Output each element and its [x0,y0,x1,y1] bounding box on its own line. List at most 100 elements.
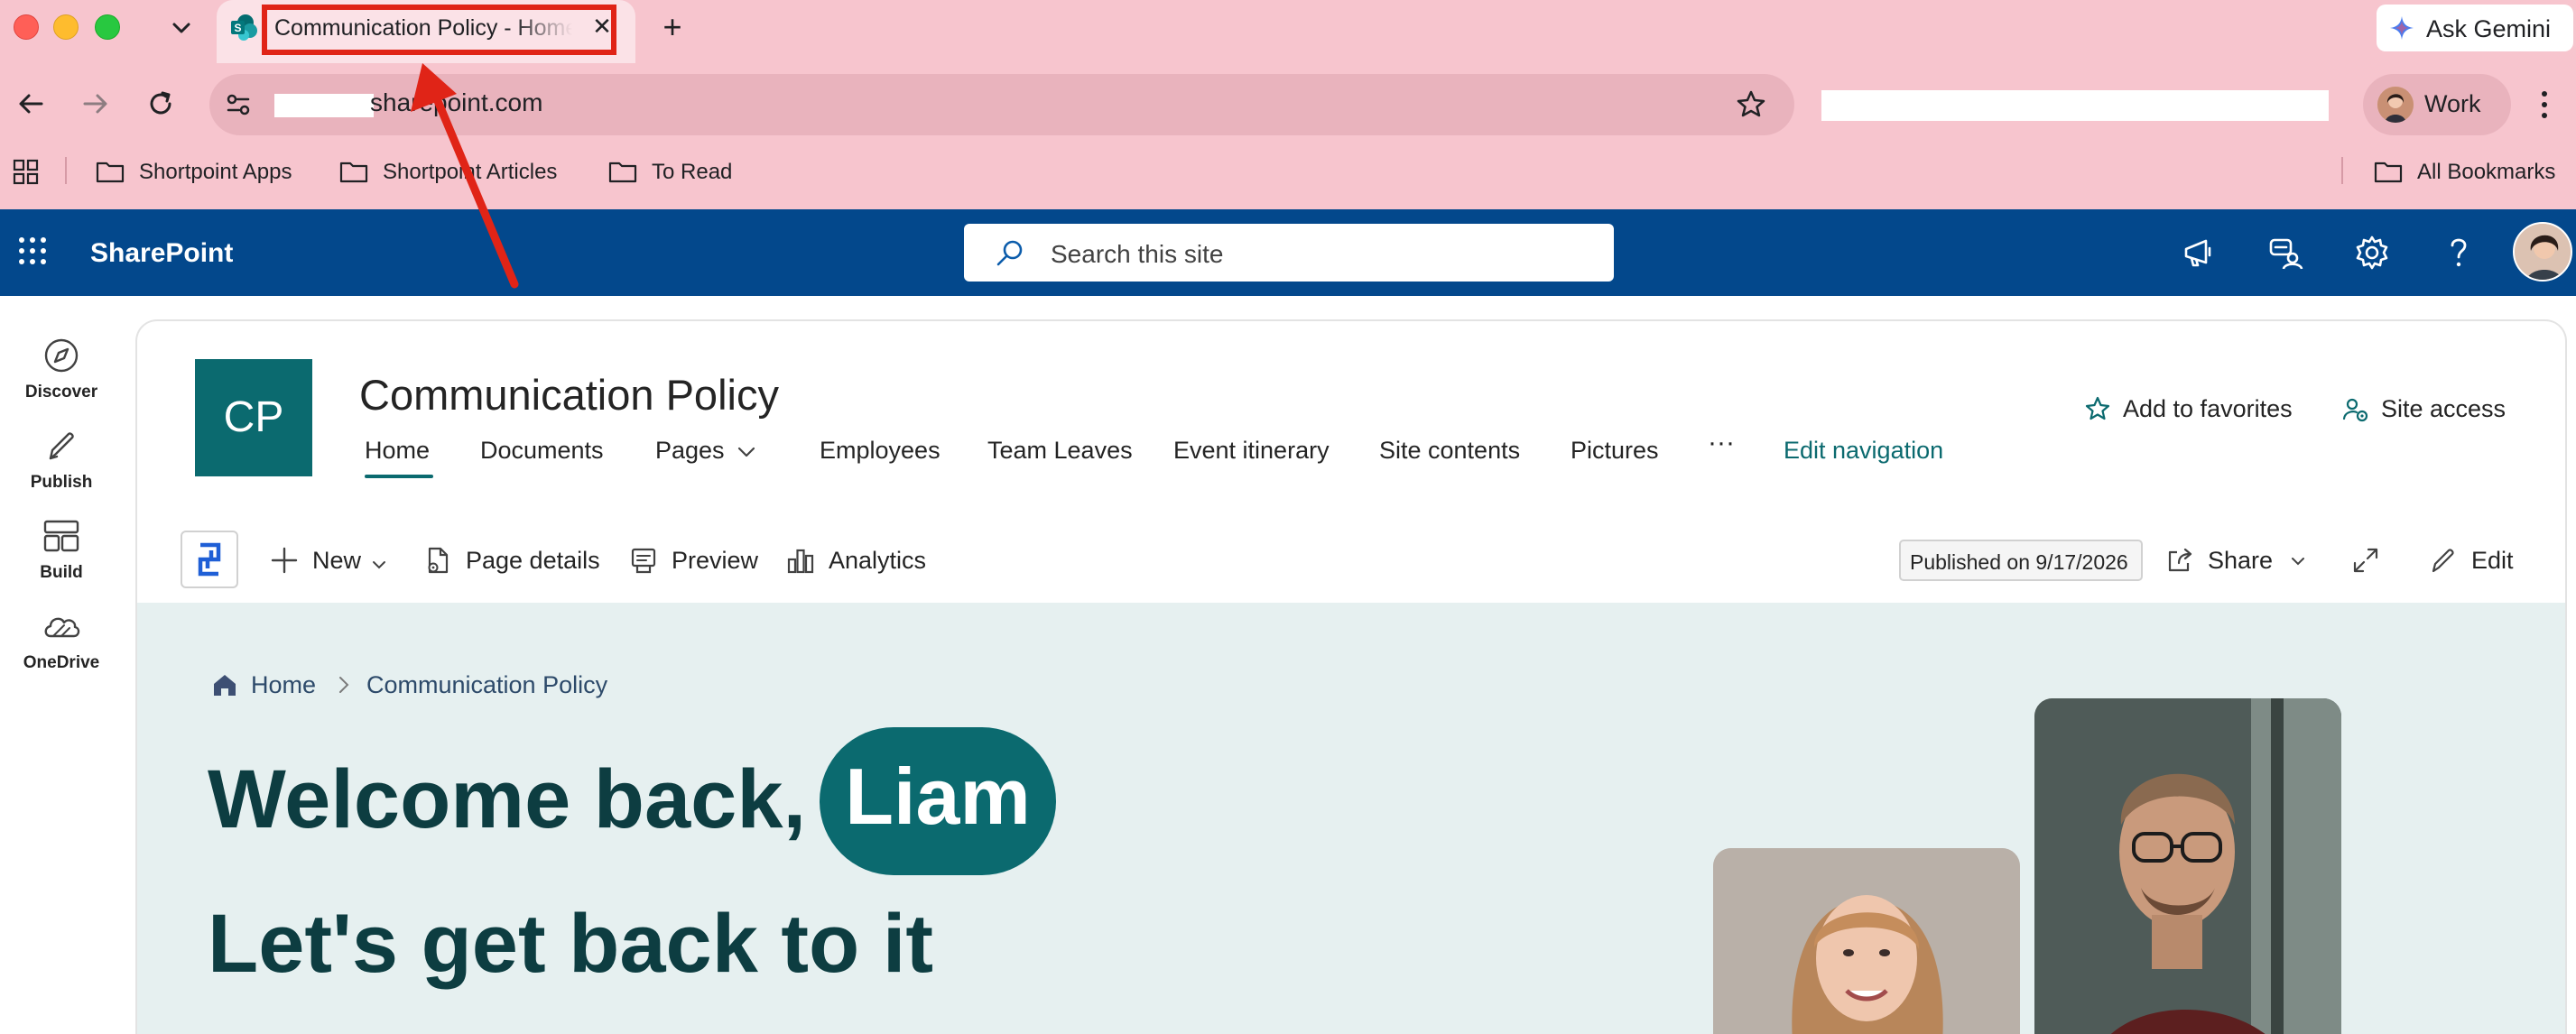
settings-gear-icon[interactable] [2352,233,2392,272]
expand-icon [2353,548,2378,573]
edit-button[interactable]: Edit [2428,541,2527,577]
appbar-build[interactable]: Build [0,516,123,606]
megaphone-icon[interactable] [2179,233,2219,272]
browser-menu-icon[interactable] [2531,85,2558,125]
all-bookmarks-label: All Bookmarks [2417,160,2556,184]
gemini-sparkle-icon [2389,15,2414,41]
folder-icon [339,162,368,183]
new-tab-button[interactable]: + [656,11,689,44]
ask-gemini-label: Ask Gemini [2426,15,2552,42]
nav-team-leaves[interactable]: Team Leaves [987,437,1133,465]
analytics-chart-icon [787,549,814,574]
maximize-window-button[interactable] [95,14,120,40]
bookmark-label: Shortpoint Articles [383,160,558,184]
welcome-subheading: Let's get back to it [208,898,934,990]
apps-grid-icon[interactable] [13,159,40,186]
page-details-label: Page details [466,547,600,574]
folder-icon [2374,162,2403,183]
nav-home[interactable]: Home [365,437,430,465]
bookmark-shortpoint-apps[interactable]: Shortpoint Apps [96,155,321,188]
sharepoint-suite-bar: SharePoint Search this site [0,209,2576,296]
home-icon[interactable] [211,671,238,698]
star-icon [2085,396,2110,420]
all-bookmarks-button[interactable]: All Bookmarks [2374,155,2576,188]
people-settings-icon [2342,398,2368,422]
welcome-heading: Welcome back, [208,753,807,845]
bookmarks-bar: Shortpoint Apps Shortpoint Articles To R… [0,146,2576,209]
folder-icon [608,162,637,183]
published-status-badge: Published on 9/17/2026 [1899,540,2143,581]
nav-more-ellipsis-icon[interactable]: ··· [1708,428,1735,458]
sharepoint-favicon-icon: S [229,13,258,42]
reload-icon[interactable] [143,86,179,122]
minimize-window-button[interactable] [53,14,79,40]
site-access-button[interactable]: Site access [2341,392,2522,428]
appbar-label: OneDrive [23,653,100,672]
nav-employees[interactable]: Employees [820,437,941,465]
back-arrow-icon[interactable] [13,86,49,122]
bookmark-separator [65,157,67,184]
hero-section: Home Communication Policy Welcome back, … [137,603,2565,1034]
new-label: New [312,547,362,574]
close-window-button[interactable] [14,14,39,40]
analytics-button[interactable]: Analytics [785,541,939,577]
nav-active-indicator [365,475,433,478]
pencil-icon [2432,549,2454,573]
site-info-tune-icon[interactable] [222,88,255,121]
nav-site-contents[interactable]: Site contents [1379,437,1520,465]
ask-gemini-button[interactable]: Ask Gemini [2377,5,2573,51]
sharepoint-brand[interactable]: SharePoint [90,238,233,269]
browser-tab-bar: S Communication Policy - Home ✕ + Ask Ge… [0,0,2576,63]
appbar-publish[interactable]: Publish [0,426,123,516]
preview-button[interactable]: Preview [628,541,764,577]
redacted-url-part [274,94,374,117]
nav-documents[interactable]: Documents [480,437,604,465]
preview-label: Preview [672,547,759,574]
appbar-discover[interactable]: Discover [0,336,123,426]
nav-pictures[interactable]: Pictures [1571,437,1659,465]
onedrive-cloud-icon [44,617,80,638]
help-question-icon[interactable] [2439,233,2479,272]
edit-navigation-link[interactable]: Edit navigation [1784,437,1943,465]
breadcrumb-home[interactable]: Home [251,671,316,699]
profile-work-button[interactable]: Work [2363,74,2511,135]
forward-arrow-icon[interactable] [78,86,114,122]
expand-fullscreen-icon[interactable] [2350,541,2386,577]
tab-search-chevron-icon[interactable] [166,13,197,43]
browser-toolbar: sharepoint.com Work [0,63,2576,146]
redacted-extension-area [1821,90,2329,121]
man-photo [2034,698,2341,1034]
nav-pages[interactable]: Pages [655,437,725,465]
appbar-label: Publish [30,473,93,492]
nav-event-itinerary[interactable]: Event itinerary [1173,437,1330,465]
shortpoint-logo-icon[interactable] [181,531,238,588]
plus-icon [271,547,298,574]
search-box[interactable]: Search this site [964,224,1614,282]
app-launcher-waffle-icon[interactable] [16,235,49,267]
bookmark-label: Shortpoint Apps [139,160,292,184]
appbar-onedrive[interactable]: OneDrive [0,606,123,697]
address-bar[interactable]: sharepoint.com [209,74,1794,135]
feedback-people-icon[interactable] [2266,233,2305,272]
bookmark-star-icon[interactable] [1733,87,1769,123]
site-logo[interactable]: CP [195,359,312,476]
chevron-right-icon [339,677,349,693]
site-title[interactable]: Communication Policy [359,370,779,420]
layout-build-icon [43,520,79,552]
page-settings-icon [428,547,449,574]
bookmark-to-read[interactable]: To Read [608,155,753,188]
user-avatar[interactable] [2513,222,2572,282]
svg-text:S: S [234,22,241,34]
chevron-down-icon[interactable] [735,440,758,464]
new-button[interactable]: New [269,541,395,577]
bookmark-label: To Read [652,160,733,184]
breadcrumb-current[interactable]: Communication Policy [366,671,607,699]
annotation-highlight-box [262,5,616,55]
user-name: Liam [845,752,1031,841]
page-details-button[interactable]: Page details [422,541,603,577]
share-icon [2168,548,2192,572]
add-to-favorites-button[interactable]: Add to favorites [2083,392,2318,428]
bookmark-shortpoint-articles[interactable]: Shortpoint Articles [339,155,583,188]
folder-icon [96,162,125,183]
share-button[interactable]: Share [2164,541,2309,577]
